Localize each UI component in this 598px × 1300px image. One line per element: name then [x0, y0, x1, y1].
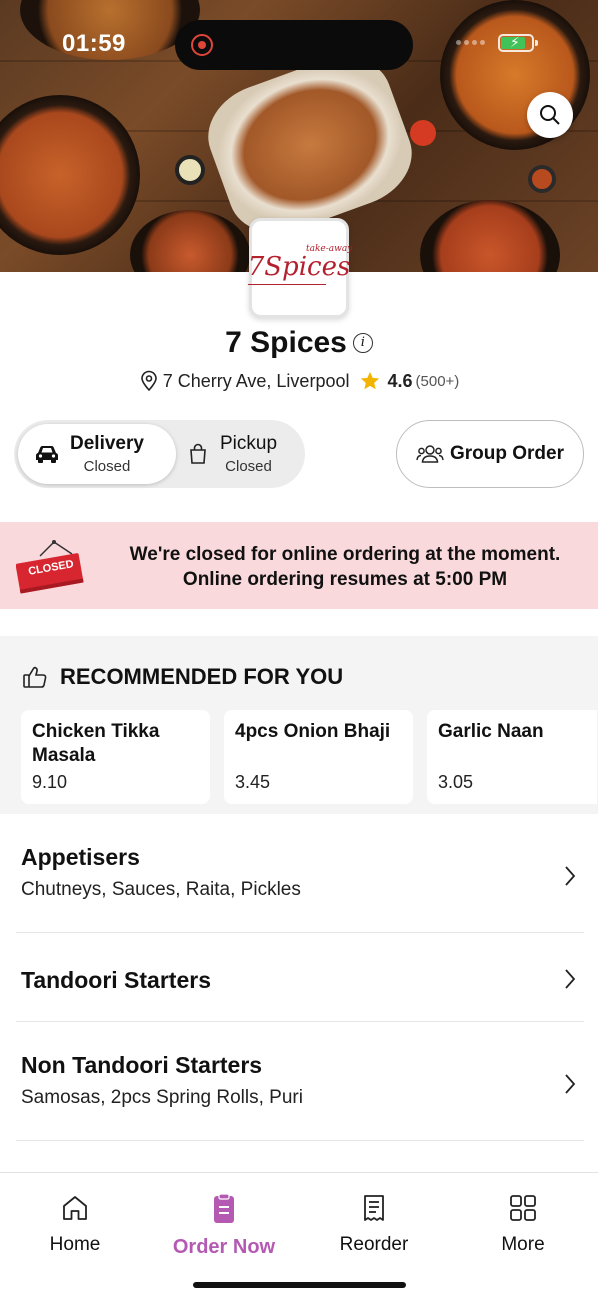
status-time: 01:59 [62, 30, 126, 57]
divider [16, 1140, 584, 1141]
order-type-toggle: Delivery Closed Pickup Closed [14, 420, 305, 488]
category-row-non-tandoori-starters[interactable]: Non Tandoori Starters Samosas, 2pcs Spri… [21, 1052, 583, 1109]
restaurant-logo: take-away 7Spices [247, 218, 352, 318]
chevron-right-icon [565, 866, 576, 886]
closed-banner: CLOSED We're closed for online ordering … [0, 522, 598, 609]
tab-label: Home [49, 1234, 101, 1255]
rating-value: 4.6 [387, 370, 413, 391]
group-order-button[interactable]: Group Order [396, 420, 584, 488]
car-icon [36, 446, 58, 463]
dynamic-island [175, 20, 413, 70]
recommended-item-card[interactable]: 4pcs Onion Bhaji 3.45 [224, 710, 413, 804]
location-pin-icon [140, 370, 157, 392]
grid-icon [510, 1195, 536, 1221]
recommended-header: RECOMMENDED FOR YOU [22, 664, 343, 690]
search-icon [540, 105, 560, 125]
divider [16, 1021, 584, 1022]
group-people-icon [416, 445, 444, 463]
battery-icon: ⚡ [498, 34, 538, 52]
tab-label: Reorder [339, 1234, 409, 1255]
category-row-appetisers[interactable]: Appetisers Chutneys, Sauces, Raita, Pick… [21, 844, 583, 901]
shopping-bag-icon [190, 443, 206, 464]
category-row-tandoori-starters[interactable]: Tandoori Starters [21, 967, 583, 994]
tab-home[interactable]: Home [15, 1193, 135, 1256]
pickup-status: Closed [225, 458, 272, 475]
recommended-item-card[interactable]: Chicken Tikka Masala 9.10 [21, 710, 210, 804]
chevron-right-icon [565, 969, 576, 989]
home-icon [63, 1196, 87, 1220]
delivery-label: Delivery [70, 433, 144, 454]
group-order-label: Group Order [449, 443, 564, 464]
category-title: Tandoori Starters [21, 967, 211, 993]
tab-order-now[interactable]: Order Now [164, 1193, 284, 1259]
tab-more[interactable]: More [463, 1193, 583, 1256]
chevron-right-icon [565, 1074, 576, 1094]
pickup-label: Pickup [220, 433, 278, 454]
rating-count: (500+) [415, 372, 460, 390]
delivery-status: Closed [83, 458, 131, 475]
recommended-item-price: 3.45 [235, 772, 271, 792]
info-icon[interactable]: i [352, 333, 373, 353]
signal-icon [456, 40, 485, 45]
recommended-item-name: Garlic Naan [438, 721, 544, 742]
screen-record-icon [191, 34, 213, 56]
tab-label: Order Now [172, 1236, 276, 1258]
divider [16, 932, 584, 933]
closed-message: We're closed for online ordering at the … [129, 544, 561, 590]
restaurant-name: 7 Spices i [0, 326, 598, 360]
tab-reorder[interactable]: Reorder [314, 1193, 434, 1256]
order-icon [214, 1193, 234, 1223]
thumbs-up-icon [23, 666, 47, 688]
recommended-item-price: 9.10 [32, 772, 68, 792]
recommended-item-card[interactable]: Garlic Naan 3.05 [427, 710, 597, 804]
category-subtitle: Samosas, 2pcs Spring Rolls, Puri [21, 1087, 303, 1108]
search-button[interactable] [527, 92, 573, 138]
recommended-section: RECOMMENDED FOR YOU Chicken Tikka Masala… [0, 636, 598, 814]
category-subtitle: Chutneys, Sauces, Raita, Pickles [21, 879, 301, 900]
delivery-option[interactable]: Delivery Closed [18, 424, 176, 484]
bottom-tab-bar: Home Order Now Reorder More [0, 1172, 598, 1300]
category-title: Appetisers [21, 844, 140, 870]
tab-label: More [501, 1234, 545, 1255]
star-icon [361, 371, 380, 390]
receipt-icon [364, 1195, 384, 1221]
restaurant-address[interactable]: 7 Cherry Ave, Liverpool [163, 371, 350, 392]
recommended-item-name: Chicken Tikka Masala [32, 721, 160, 766]
recommended-item-price: 3.05 [438, 772, 474, 792]
pickup-option[interactable]: Pickup Closed [184, 424, 304, 484]
recommended-item-name: 4pcs Onion Bhaji [235, 721, 391, 742]
address-rating-line: 7 Cherry Ave, Liverpool 4.6 (500+) [0, 370, 598, 392]
category-title: Non Tandoori Starters [21, 1052, 263, 1078]
home-indicator[interactable] [193, 1282, 406, 1288]
recommended-title: RECOMMENDED FOR YOU [60, 664, 344, 689]
